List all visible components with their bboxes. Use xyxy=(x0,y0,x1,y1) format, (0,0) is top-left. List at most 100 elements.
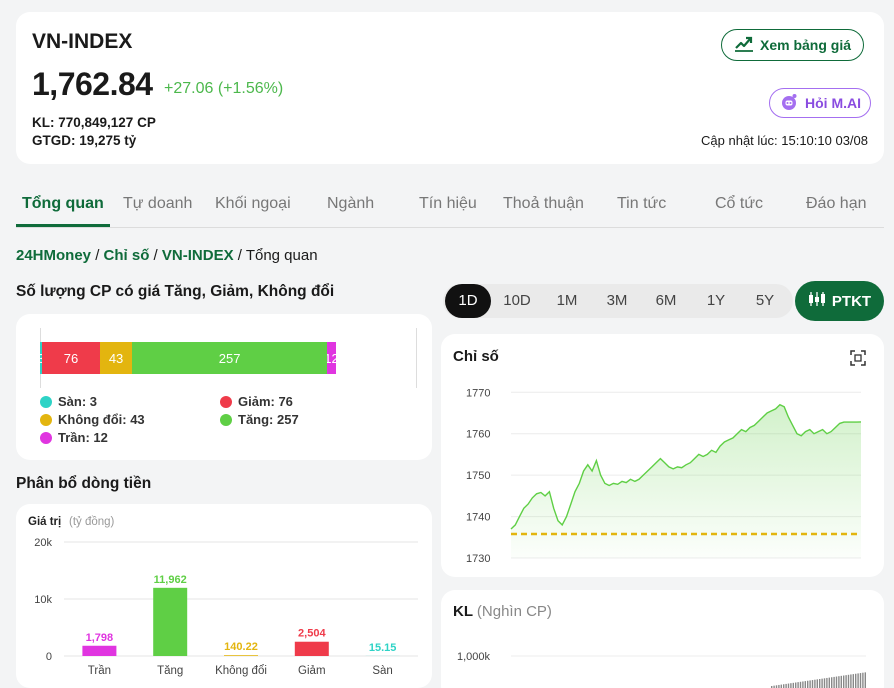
tab-signals[interactable]: Tín hiệu xyxy=(419,195,477,213)
flow-bar xyxy=(82,645,117,656)
range-1y[interactable]: 1Y xyxy=(693,284,739,318)
legend-up: Tăng: 257 xyxy=(220,412,299,427)
flow-bar xyxy=(153,587,188,656)
legend-floor-label: Sàn: 3 xyxy=(58,394,98,409)
breadcrumb-section[interactable]: Chỉ số xyxy=(104,247,150,264)
range-1m[interactable]: 1M xyxy=(544,284,590,318)
range-5y[interactable]: 5Y xyxy=(742,284,788,318)
flow-category-label: Giảm xyxy=(298,665,325,677)
legend-down: Giảm: 76 xyxy=(220,394,293,409)
index-ytick: 1770 xyxy=(466,387,490,399)
flow-value-label: 15.15 xyxy=(369,642,397,654)
active-tab-indicator xyxy=(16,224,110,227)
legend-flat: Không đổi: 43 xyxy=(40,412,145,427)
price-board-button[interactable]: Xem bảng giá xyxy=(721,29,865,61)
volume-bar xyxy=(855,673,857,688)
breadcrumb-home[interactable]: 24HMoney xyxy=(16,247,91,264)
money-flow-card: Giá trị (tỷ đồng) 0 10k 20k 1,798 Trần 11,962 Tă… xyxy=(16,504,432,688)
volume-bar xyxy=(828,677,830,688)
volume-bar xyxy=(826,677,828,688)
legend-down-label: Giảm: 76 xyxy=(238,394,293,409)
flow-ytick: 0 xyxy=(46,651,52,663)
range-6m[interactable]: 6M xyxy=(643,284,689,318)
breadcrumb: 24HMoney / Chỉ số / VN-INDEX / Tổng quan xyxy=(16,247,318,264)
flat-dot-icon xyxy=(40,413,52,426)
breadth-axis-right xyxy=(416,328,417,388)
index-ytick: 1730 xyxy=(466,553,490,565)
volume-bar xyxy=(859,673,862,688)
volume-chart-card: KL (Nghìn CP) 1,000k xyxy=(441,590,884,688)
robot-icon xyxy=(779,92,799,115)
breadcrumb-index[interactable]: VN-INDEX xyxy=(162,247,234,264)
volume-bar xyxy=(840,675,842,688)
index-name: VN-INDEX xyxy=(32,30,133,53)
flow-category-label: Tăng xyxy=(157,665,183,677)
ceiling-dot-icon xyxy=(40,431,52,444)
flow-value-label: 1,798 xyxy=(86,632,114,644)
down-dot-icon xyxy=(220,395,232,408)
breadth-segment-down: 76 xyxy=(42,342,100,374)
ptkt-button[interactable]: PTKT xyxy=(795,281,884,321)
breadcrumb-current: Tổng quan xyxy=(245,247,318,264)
flow-category-label: Không đổi xyxy=(215,665,267,677)
volume-bar xyxy=(833,676,835,688)
volume-bar xyxy=(845,675,847,688)
index-chart-card: Chỉ số 1730 1740 1750 1760 1770 xyxy=(441,334,884,577)
breadcrumb-separator: / xyxy=(233,247,246,264)
volume-bar xyxy=(843,675,845,688)
volume-bar xyxy=(850,674,852,688)
tab-negotiated[interactable]: Thoả thuận xyxy=(503,195,584,213)
volume-bar-chart: 1,000k xyxy=(457,651,866,688)
flow-value-label: 140.22 xyxy=(224,641,258,653)
legend-floor: Sàn: 3 xyxy=(40,394,97,409)
tab-foreign[interactable]: Khối ngoại xyxy=(215,195,291,213)
volume-label: KL: 770,849,127 CP xyxy=(32,115,156,130)
volume-ytick: 1,000k xyxy=(457,651,491,663)
volume-bar xyxy=(838,676,840,688)
volume-bar xyxy=(780,684,782,688)
index-line-chart: 1730 1740 1750 1760 1770 xyxy=(466,387,862,565)
volume-bar xyxy=(819,679,821,688)
index-summary-card: VN-INDEX 1,762.84 +27.06 (+1.56%) KL: 77… xyxy=(16,12,884,164)
breadth-title: Số lượng CP có giá Tăng, Giảm, Không đổi xyxy=(16,283,335,300)
range-3m[interactable]: 3M xyxy=(594,284,640,318)
breadcrumb-separator: / xyxy=(149,247,162,264)
volume-bar xyxy=(802,681,804,688)
tab-news[interactable]: Tin tức xyxy=(617,195,666,213)
tab-proprietary[interactable]: Tự doanh xyxy=(123,195,192,213)
index-change: +27.06 (+1.56%) xyxy=(164,80,284,97)
flow-category-label: Sàn xyxy=(372,665,392,677)
flow-value-label: 2,504 xyxy=(298,628,326,640)
volume-bar xyxy=(807,680,809,688)
flow-value-label: 11,962 xyxy=(154,574,187,586)
tab-dividend[interactable]: Cổ tức xyxy=(715,195,763,213)
volume-bar xyxy=(823,678,826,688)
volume-bar xyxy=(847,674,850,688)
tab-sector[interactable]: Ngành xyxy=(327,195,374,213)
legend-flat-label: Không đổi: 43 xyxy=(58,412,145,427)
legend-up-label: Tăng: 257 xyxy=(238,412,299,427)
tab-maturity[interactable]: Đáo hạn xyxy=(806,195,867,213)
volume-bar xyxy=(809,680,811,688)
candlestick-icon xyxy=(808,291,826,311)
tab-overview[interactable]: Tổng quan xyxy=(22,195,104,213)
range-10d[interactable]: 10D xyxy=(494,284,540,318)
breadth-segment-up: 257 xyxy=(132,342,327,374)
breadth-segment-ceiling: 12 xyxy=(326,342,336,374)
price-board-label: Xem bảng giá xyxy=(760,37,852,53)
ptkt-label: PTKT xyxy=(831,292,872,310)
ask-ai-button[interactable]: Hỏi M.AI xyxy=(769,88,871,118)
volume-bar xyxy=(852,674,854,688)
volume-bar xyxy=(864,672,866,688)
volume-bar xyxy=(783,684,785,688)
volume-bar xyxy=(787,683,790,688)
flow-ytick: 10k xyxy=(34,594,52,606)
volume-bar xyxy=(804,681,806,688)
trend-chart-icon xyxy=(734,36,754,55)
range-1d[interactable]: 1D xyxy=(445,284,491,318)
ask-ai-label: Hỏi M.AI xyxy=(805,95,861,111)
update-time: Cập nhật lúc: 15:10:10 03/08 xyxy=(701,133,868,148)
flow-bar xyxy=(224,655,258,656)
volume-bar xyxy=(821,678,823,688)
index-value: 1,762.84 xyxy=(32,66,153,102)
